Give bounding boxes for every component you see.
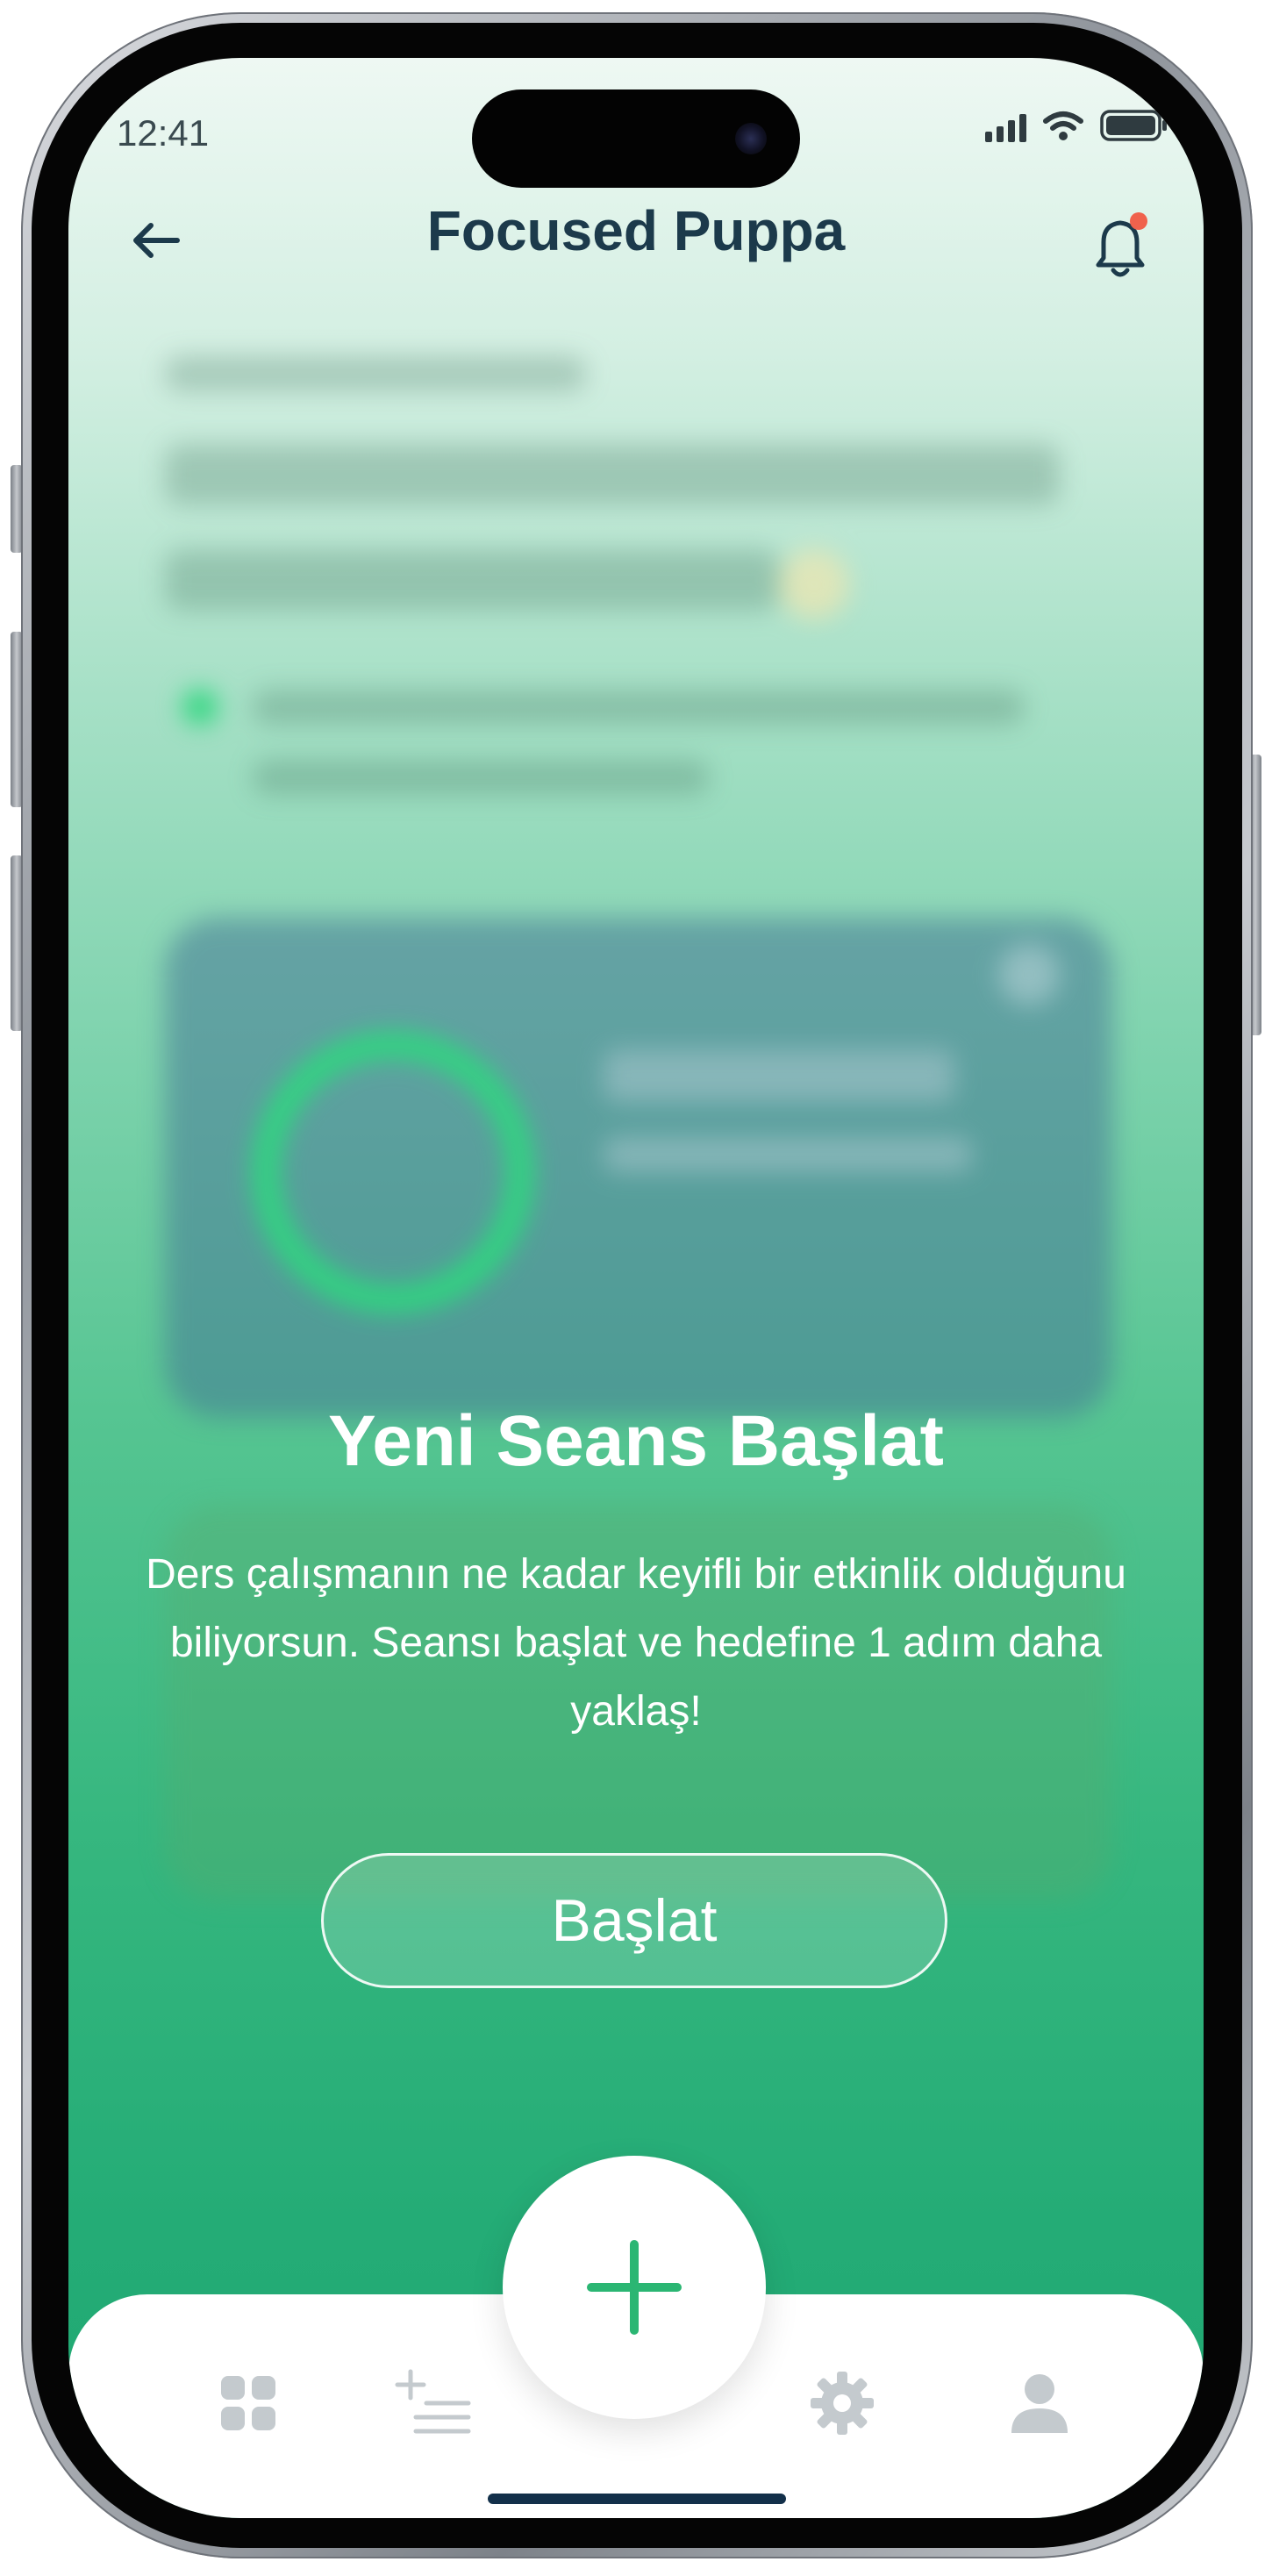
plus-icon (587, 2240, 682, 2335)
page-title: Focused Puppa (426, 199, 846, 262)
modal-description: Ders çalışmanın ne kadar keyifli bir etk… (146, 1551, 1126, 1735)
device-screenshot: 12:41 Focused Puppa Yeni Seans Başlat De… (0, 0, 1272, 2576)
bell-icon[interactable] (1081, 207, 1160, 286)
tab-settings[interactable] (794, 2355, 890, 2451)
blurred-background-content (68, 58, 1204, 2518)
add-list-icon (395, 2369, 471, 2434)
camera-icon (735, 123, 767, 154)
status-time: 12:41 (117, 112, 210, 154)
status-icons (985, 109, 1168, 142)
gear-icon (811, 2372, 874, 2435)
user-icon (1011, 2374, 1068, 2433)
dynamic-island (472, 89, 800, 188)
modal-title: Yeni Seans Başlat (328, 1401, 944, 1481)
tab-dashboard[interactable] (200, 2355, 297, 2451)
notification-dot (1130, 212, 1147, 230)
add-session-button[interactable] (503, 2156, 766, 2419)
wifi-icon (1043, 111, 1083, 140)
battery-icon (1100, 110, 1167, 141)
tab-add-task[interactable] (386, 2355, 482, 2451)
app-screen: 12:41 Focused Puppa Yeni Seans Başlat De… (68, 58, 1204, 2518)
home-indicator (488, 2494, 786, 2504)
tab-profile[interactable] (991, 2355, 1088, 2451)
start-session-button[interactable]: Başlat (321, 1853, 947, 1988)
grid-icon (221, 2376, 275, 2430)
cellular-signal-icon (985, 114, 1026, 142)
